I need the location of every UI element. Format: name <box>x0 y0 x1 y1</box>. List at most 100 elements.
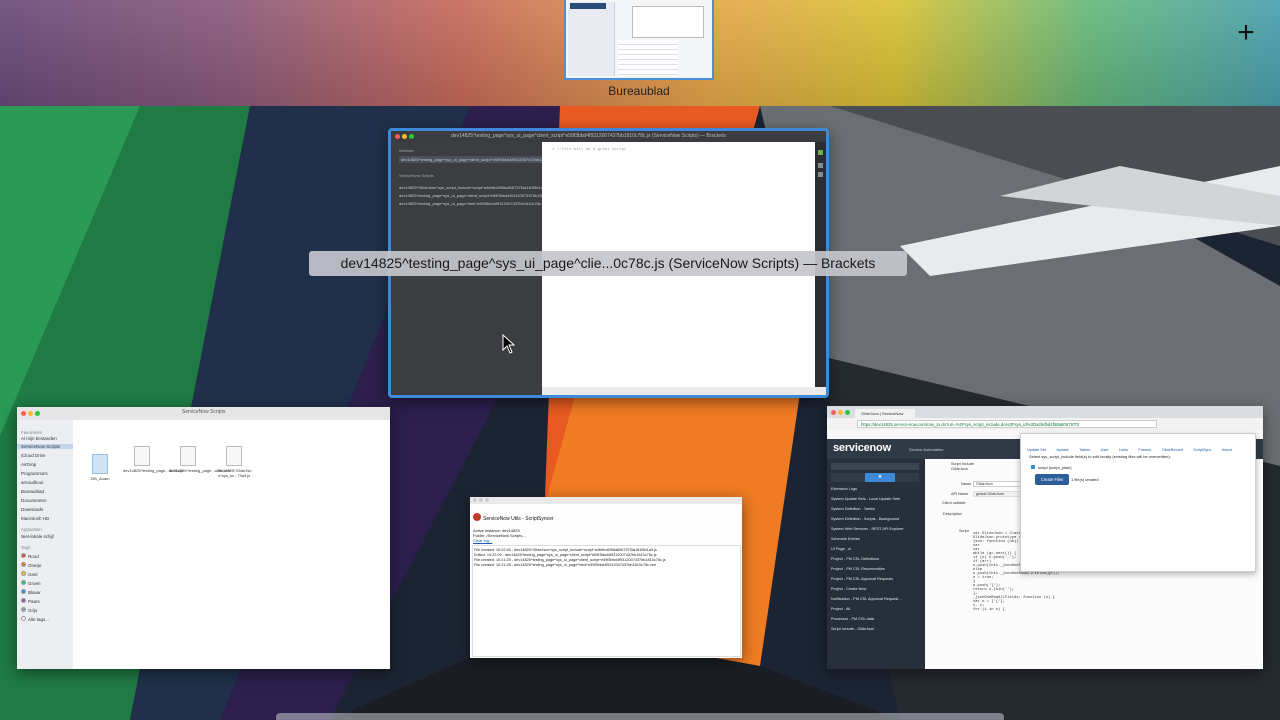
finder-window[interactable]: ServiceNow Scripts Favorieten Al mijn be… <box>17 407 390 669</box>
sidebar-item-selected[interactable]: ServiceNow Scripts <box>17 444 73 449</box>
servicenow-browser-window[interactable]: GlideJson | ServiceNow https://dev14825.… <box>827 406 1263 669</box>
close-icon[interactable] <box>21 411 26 416</box>
desktop-space-thumbnail[interactable] <box>564 0 714 80</box>
create-files-button[interactable]: Create Files <box>1035 474 1069 485</box>
minimize-icon[interactable] <box>838 410 843 415</box>
browser-tab[interactable]: GlideJson | ServiceNow <box>855 409 915 418</box>
file-name: dev14825^testing_page...0c78c.js <box>123 468 184 473</box>
clear-log-link[interactable]: Clear log... <box>473 538 492 543</box>
minimize-icon[interactable] <box>28 411 33 416</box>
log-line: Edited: 10:22:09 - dev14825^testing_page… <box>474 553 657 557</box>
popup-menu-item[interactable]: Update Set <box>1027 448 1046 452</box>
file-tree-item[interactable]: dev14825^GlideJson^sys_script_include^sc… <box>399 185 545 190</box>
sidebar-item[interactable]: Niet-lokale schijf <box>21 534 54 539</box>
script-option-label: script (script_plain) <box>1038 465 1072 470</box>
nav-item[interactable]: UI Page - ui <box>831 547 851 551</box>
popup-menu-item[interactable]: Frames <box>1138 448 1151 452</box>
nav-item[interactable]: Processor - PM CSL data <box>831 617 874 621</box>
brackets-title: dev14825^testing_page^sys_ui_page^client… <box>451 133 726 139</box>
address-bar[interactable]: https://dev14825.service-now.com/nav_to.… <box>857 420 1157 428</box>
nav-item[interactable]: Project - PM CSL Rescenceitles <box>831 567 885 571</box>
sidebar-tag[interactable]: Grijs <box>21 607 37 613</box>
name-label: Name <box>961 482 972 486</box>
minimize-icon[interactable] <box>479 498 483 502</box>
working-files-label: Werkset <box>399 148 414 153</box>
working-file-item[interactable]: dev14825^testing_page^sys_ui_page^client… <box>399 156 561 163</box>
popup-menu-item[interactable]: Tables <box>1079 448 1090 452</box>
nav-item[interactable]: Project - All <box>831 607 850 611</box>
script-label: Script <box>959 529 969 533</box>
scriptsyncer-window[interactable]: ServiceNow Utils - ScriptSyncer Active i… <box>470 497 742 658</box>
checkbox-icon[interactable] <box>1031 465 1035 469</box>
tag-color-dot-icon <box>21 589 26 594</box>
nav-item[interactable]: Schedule Entries <box>831 537 860 541</box>
sidebar-item[interactable]: Documenten <box>21 498 47 503</box>
file-tree-item[interactable]: dev14825^testing_page^sys_ui_page^client… <box>399 193 548 198</box>
add-space-button[interactable]: + <box>1232 18 1260 48</box>
favorites-star-icon[interactable]: ★ <box>865 473 895 482</box>
finder-file-item[interactable]: dev14825^testing_page...0c78c.js <box>123 446 184 473</box>
project-folder-label: ServiceNow Scripts <box>399 173 434 178</box>
script-field-checkbox[interactable]: script (script_plain) <box>1031 465 1072 470</box>
popup-menu-item[interactable]: About <box>1222 448 1232 452</box>
nav-item[interactable]: Extension Logs <box>831 487 857 491</box>
nav-item[interactable]: Project - PM CSL Definitions <box>831 557 879 561</box>
minimize-icon[interactable] <box>402 134 407 139</box>
live-preview-icon[interactable] <box>818 150 823 155</box>
file-icon <box>134 446 150 466</box>
sidebar-item[interactable]: Programma's <box>21 471 48 476</box>
sidebar-item[interactable]: Macintosh HD <box>21 516 49 521</box>
sidebar-item[interactable]: iCloud Drive <box>21 453 46 458</box>
zoom-icon[interactable] <box>485 498 489 502</box>
close-icon[interactable] <box>473 498 477 502</box>
nav-item[interactable]: System Definition - Tables <box>831 507 875 511</box>
tag-color-dot-icon <box>21 580 26 585</box>
popup-menu-item[interactable]: Links <box>1119 448 1128 452</box>
servicenow-logo[interactable]: servicenow <box>833 442 891 454</box>
zoom-icon[interactable] <box>409 134 414 139</box>
file-name: ZIB_Auam <box>90 476 110 481</box>
sidebar-tag[interactable]: Geel <box>21 571 38 577</box>
finder-file-item[interactable]: ZIB_Auam <box>81 454 119 481</box>
popup-menu-item[interactable]: User <box>1101 448 1109 452</box>
sidebar-tag[interactable]: Blauw <box>21 589 40 595</box>
scriptsyncer-heading: ServiceNow Utils - ScriptSyncer <box>483 516 554 522</box>
sidebar-item[interactable]: AirDrop <box>21 462 36 467</box>
popup-menu-item[interactable]: Update <box>1056 448 1068 452</box>
file-icon <box>180 446 196 466</box>
file-name: dev14825^GlideJso n^sys_sc...79a3.js <box>216 468 252 478</box>
code-line: for (i in o) { <box>973 608 1005 612</box>
close-icon[interactable] <box>395 134 400 139</box>
sidebar-tag[interactable]: Oranje <box>21 562 42 568</box>
sidebar-item[interactable]: Downloads <box>21 507 43 512</box>
nav-item[interactable]: Notification - PM CSL Approval Request .… <box>831 597 902 601</box>
zoom-icon[interactable] <box>35 411 40 416</box>
nav-item[interactable]: System Update Sets - Local Update Sets <box>831 497 900 501</box>
sidebar-tag[interactable]: Paars <box>21 598 40 604</box>
tag-color-dot-icon <box>21 598 26 603</box>
finder-file-item[interactable]: dev14825^testing_page...c78c.xml <box>169 446 230 473</box>
finder-file-item[interactable]: dev14825^GlideJso n^sys_sc...79a3.js <box>215 446 253 478</box>
nav-item[interactable]: System Web Services - REST API Explorer <box>831 527 904 531</box>
nav-item[interactable]: Project - PM CSL Approval Requests <box>831 577 893 581</box>
popup-menu-item[interactable]: ScriptSync <box>1193 448 1211 452</box>
nav-item[interactable]: System Definition - Scripts - Background <box>831 517 899 521</box>
zoom-icon[interactable] <box>845 410 850 415</box>
popup-menu-item[interactable]: GlideRecord <box>1162 448 1183 452</box>
sidebar-tag[interactable]: Alle tags... <box>21 616 49 622</box>
sidebar-item[interactable]: arnoudkooi <box>21 480 43 485</box>
browser-tabbar: GlideJson | ServiceNow <box>827 406 1263 418</box>
filter-navigator-input[interactable] <box>831 463 919 470</box>
sidebar-tag[interactable]: Rood <box>21 553 39 559</box>
folder-icon <box>92 454 108 474</box>
file-tree-item[interactable]: dev14825^testing_page^sys_ui_page^html^e… <box>399 201 541 206</box>
sidebar-item[interactable]: Al mijn bestanden <box>21 436 57 441</box>
extension-icon[interactable] <box>818 172 823 177</box>
sidebar-tag[interactable]: Groen <box>21 580 41 586</box>
close-icon[interactable] <box>831 410 836 415</box>
extension-icon[interactable] <box>818 163 823 168</box>
sidebar-item[interactable]: Bureaublad <box>21 489 44 494</box>
nav-item[interactable]: Project - Create New <box>831 587 866 591</box>
dock[interactable] <box>276 713 1004 720</box>
nav-item[interactable]: Script Include - GlideJson <box>831 627 874 631</box>
